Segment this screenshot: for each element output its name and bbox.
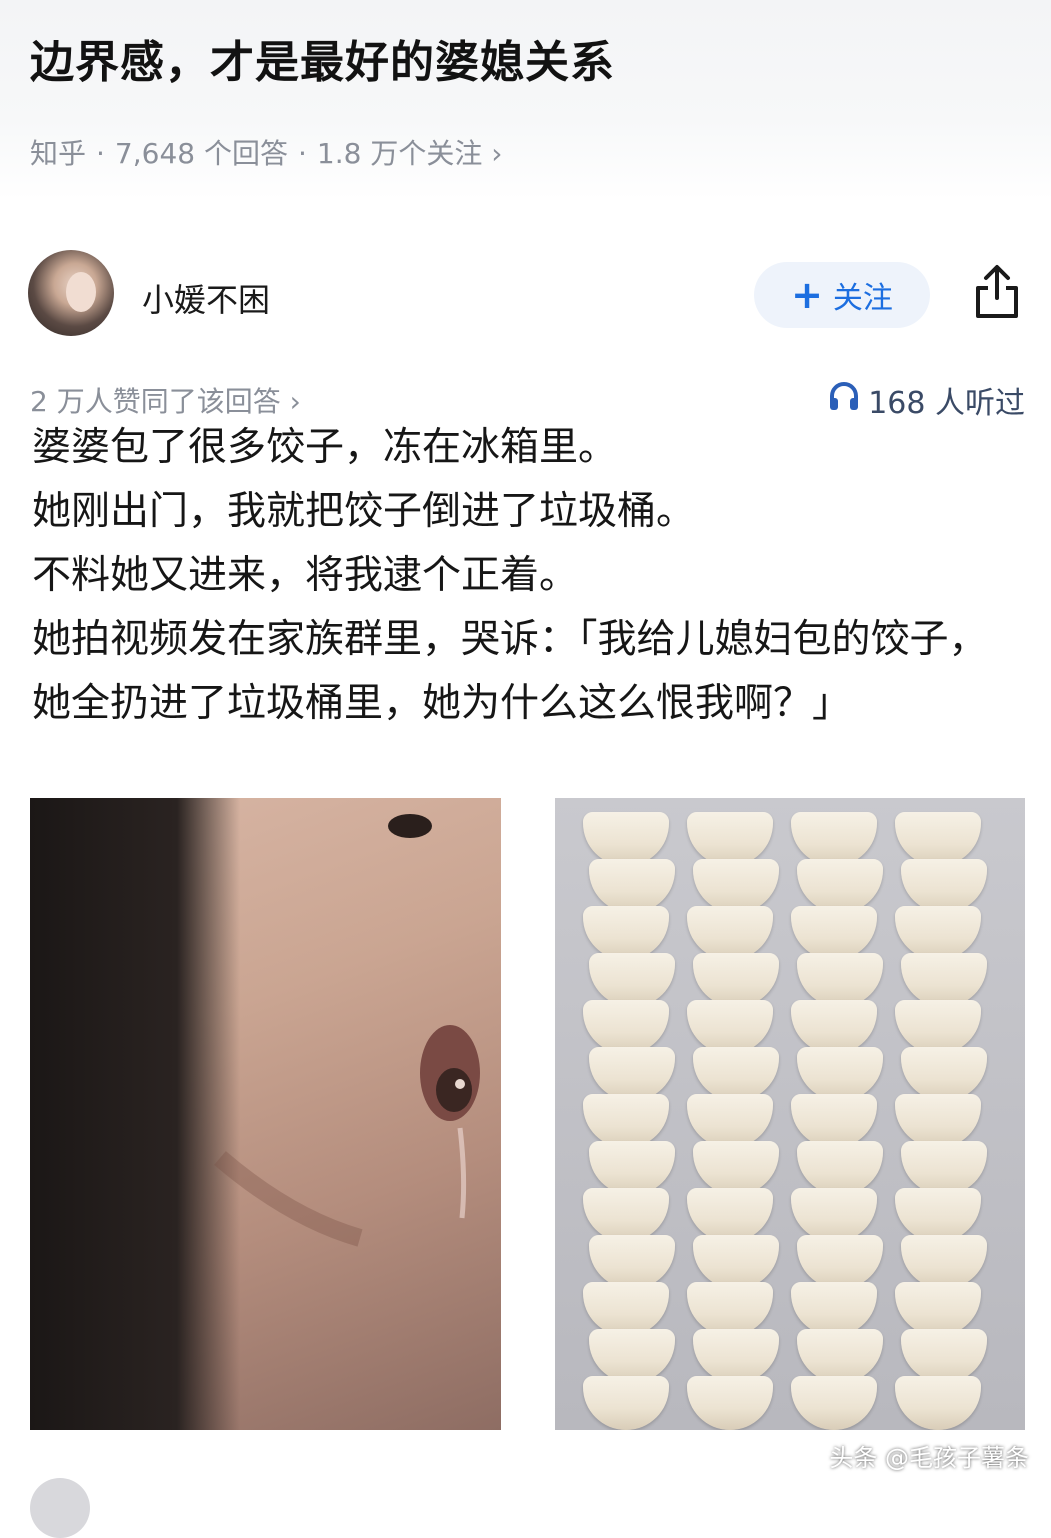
author-avatar[interactable] [28, 250, 114, 336]
answer-body[interactable]: 婆婆包了很多饺子，冻在冰箱里。 她刚出门，我就把饺子倒进了垃圾桶。 不料她又进来… [32, 416, 1022, 736]
dumpling-shape [895, 1094, 981, 1148]
question-title[interactable]: 边界感，才是最好的婆媳关系 [30, 26, 615, 90]
dumpling-shape [687, 1094, 773, 1148]
answer-paragraph: 不料她又进来，将我逮个正着。 [32, 553, 579, 598]
dumpling-shape [687, 906, 773, 960]
dumpling-shape [901, 1047, 987, 1101]
answer-image-dumplings[interactable] [555, 798, 1025, 1430]
dumpling-shape [687, 1188, 773, 1242]
dumpling-shape [791, 812, 877, 866]
answers-count: 7,648 个回答 [114, 137, 288, 170]
dumpling-shape [791, 1094, 877, 1148]
dumpling-shape [687, 1282, 773, 1336]
source-label: 知乎 [30, 137, 87, 170]
dumpling-shape [693, 1141, 779, 1195]
agree-count[interactable]: 2 万人赞同了该回答 › [30, 380, 301, 420]
face-features [214, 814, 480, 1247]
dumpling-shape [895, 1282, 981, 1336]
follow-button[interactable]: + 关注 [754, 262, 930, 328]
dumpling-shape [797, 1329, 883, 1383]
dumpling-shape [797, 1141, 883, 1195]
dumpling-shape [583, 1188, 669, 1242]
dumpling-shape [693, 953, 779, 1007]
dumpling-shape [589, 1235, 675, 1289]
meta-separator: · [297, 137, 307, 170]
dumpling-shape [583, 1376, 669, 1430]
dumpling-shape [583, 812, 669, 866]
dumpling-shape [791, 1000, 877, 1054]
dumpling-shape [895, 812, 981, 866]
dumpling-shape [687, 1376, 773, 1430]
dumpling-shape [791, 1376, 877, 1430]
dumpling-shape [901, 1329, 987, 1383]
dumpling-shape [797, 1235, 883, 1289]
plus-icon: + [791, 273, 823, 317]
headphones-icon [828, 381, 860, 419]
dumpling-shape [693, 1235, 779, 1289]
dumpling-shape [797, 1047, 883, 1101]
author-name[interactable]: 小媛不困 [142, 275, 270, 321]
dumpling-shape [589, 1141, 675, 1195]
dumpling-shape [797, 953, 883, 1007]
dumpling-shape [589, 953, 675, 1007]
dumpling-shape [583, 1000, 669, 1054]
dumpling-shape [791, 1188, 877, 1242]
watermark-text: 头条 @毛孩子薯条 [829, 1444, 1029, 1472]
dumpling-shape [895, 1188, 981, 1242]
dumpling-shape [797, 859, 883, 913]
share-icon[interactable] [970, 262, 1024, 322]
dumpling-shape [895, 1376, 981, 1430]
dumpling-shape [693, 1329, 779, 1383]
dumpling-shape [895, 1000, 981, 1054]
answer-paragraph: 她刚出门，我就把饺子倒进了垃圾桶。 [32, 489, 696, 534]
dumpling-shape [583, 1094, 669, 1148]
dumpling-shape [901, 1141, 987, 1195]
dumpling-shape [687, 812, 773, 866]
followers-count: 1.8 万个关注 [316, 137, 483, 170]
dumpling-shape [589, 1329, 675, 1383]
next-answer-avatar[interactable] [30, 1478, 90, 1538]
question-meta[interactable]: 知乎 · 7,648 个回答 · 1.8 万个关注 › [30, 132, 502, 172]
dumpling-shape [901, 1235, 987, 1289]
dumpling-shape [693, 859, 779, 913]
dumpling-shape [589, 1047, 675, 1101]
dumpling-shape [791, 1282, 877, 1336]
chevron-right-icon: › [491, 137, 503, 170]
dumpling-shape [687, 1000, 773, 1054]
dumpling-shape [791, 906, 877, 960]
meta-separator: · [96, 137, 105, 170]
dumpling-shape [901, 953, 987, 1007]
dumpling-shape [589, 859, 675, 913]
answer-paragraph: 她拍视频发在家族群里，哭诉：「我给儿媳妇包的饺子，她全扔进了垃圾桶里，她为什么这… [32, 617, 988, 726]
follow-label: 关注 [832, 281, 893, 316]
dumpling-shape [583, 906, 669, 960]
dumpling-shape [901, 859, 987, 913]
dumpling-shape [895, 906, 981, 960]
dumpling-shape [583, 1282, 669, 1336]
answer-paragraph: 婆婆包了很多饺子，冻在冰箱里。 [32, 425, 618, 470]
answer-image-crying-woman[interactable] [30, 798, 501, 1430]
dumpling-shape [693, 1047, 779, 1101]
